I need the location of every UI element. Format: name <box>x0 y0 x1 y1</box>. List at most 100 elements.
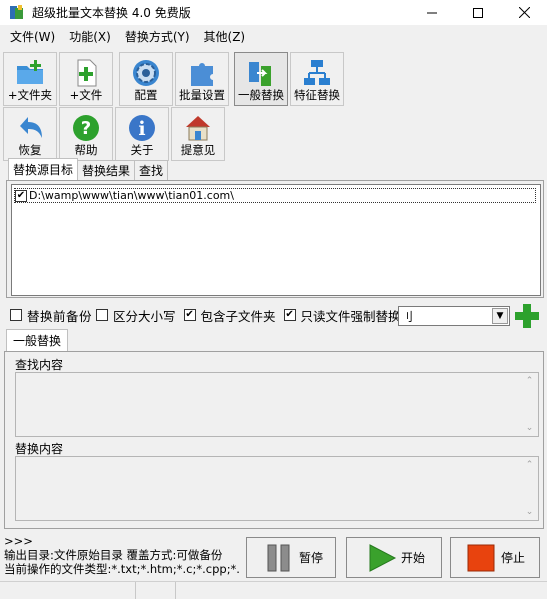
close-button[interactable] <box>501 0 547 25</box>
about-label: 关于 <box>130 143 154 157</box>
general-replace-label: 一般替换 <box>238 88 284 102</box>
restore-label: 恢复 <box>18 143 42 157</box>
menu-other[interactable]: 其他(Z) <box>197 28 253 45</box>
tab-replace-result[interactable]: 替换结果 <box>77 160 136 180</box>
combo-value: 刂 <box>401 309 414 324</box>
window-title: 超级批量文本替换 4.0 免费版 <box>32 6 191 20</box>
replace-scrollbar[interactable]: ⌃ ⌄ <box>521 457 538 520</box>
feedback-label: 提意见 <box>180 143 216 157</box>
list-item-path: D:\wamp\www\tian\www\tian01.com\ <box>29 189 234 202</box>
close-icon <box>518 7 530 18</box>
pause-icon <box>267 544 290 571</box>
maximize-icon <box>473 7 483 18</box>
network-icon <box>304 60 330 85</box>
status-bar <box>0 581 547 599</box>
minimize-icon <box>427 12 437 13</box>
readonly-label: 只读文件强制替换 <box>300 308 401 324</box>
menu-replace-mode[interactable]: 替换方式(Y) <box>118 28 197 45</box>
backup-option[interactable]: 替换前备份 <box>10 306 92 325</box>
maximize-button[interactable] <box>455 0 501 25</box>
feature-replace-label: 特征替换 <box>294 88 340 102</box>
info-icon: i <box>129 115 155 141</box>
stop-button[interactable]: 停止 <box>450 537 540 578</box>
puzzle-icon <box>191 63 213 86</box>
readonly-option[interactable]: ✔ 只读文件强制替换 <box>283 306 401 325</box>
menu-function[interactable]: 功能(X) <box>62 28 118 45</box>
help-label: 帮助 <box>74 143 98 157</box>
config-label: 配置 <box>134 88 158 102</box>
title-bar: 超级批量文本替换 4.0 免费版 <box>0 0 547 25</box>
add-folder-icon <box>17 60 43 84</box>
minimize-button[interactable] <box>409 0 455 25</box>
subfolders-label: 包含子文件夹 <box>200 308 276 324</box>
start-button[interactable]: 开始 <box>346 537 442 578</box>
add-folder-label: +文件夹 <box>7 88 53 102</box>
feedback-button[interactable]: 提意见 <box>171 107 225 161</box>
status-line: 输出目录:文件原始目录 覆盖方式:可做备份 <box>4 548 223 562</box>
menu-file[interactable]: 文件(W) <box>3 28 62 45</box>
tab-general-replace[interactable]: 一般替换 <box>6 329 69 351</box>
svg-text:i: i <box>138 118 145 140</box>
status-log: >>> 输出目录:文件原始目录 覆盖方式:可做备份 当前操作的文件类型:*.tx… <box>4 534 240 580</box>
status-line: 当前操作的文件类型:*.txt;*.htm;*.c;*.cpp;*.h;*.h <box>4 562 240 576</box>
list-item[interactable]: ✔ D:\wamp\www\tian\www\tian01.com\ <box>14 188 536 203</box>
stop-icon <box>467 544 495 571</box>
status-cell <box>136 582 176 599</box>
case-checkbox[interactable] <box>96 309 109 321</box>
subfolders-option[interactable]: ✔ 包含子文件夹 <box>183 306 276 325</box>
source-list[interactable]: ✔ D:\wamp\www\tian\www\tian01.com\ <box>11 184 541 296</box>
backup-checkbox[interactable] <box>10 309 22 321</box>
chevron-down-icon[interactable]: ▼ <box>492 308 508 324</box>
gear-icon <box>133 60 159 86</box>
source-panel: ✔ D:\wamp\www\tian\www\tian01.com\ <box>6 180 544 298</box>
play-icon <box>369 543 397 572</box>
scroll-up-icon[interactable]: ⌃ <box>526 460 534 470</box>
operation-tabs: 一般替换 <box>6 329 69 351</box>
replace-textarea[interactable]: ⌃ ⌄ <box>15 456 539 521</box>
start-label: 开始 <box>401 551 426 565</box>
tab-source-target[interactable]: 替换源目标 <box>8 158 79 180</box>
add-file-icon <box>77 59 97 87</box>
subfolders-checkbox[interactable]: ✔ <box>183 309 196 321</box>
scroll-up-icon[interactable]: ⌃ <box>526 376 534 386</box>
scroll-down-icon[interactable]: ⌄ <box>526 507 534 517</box>
find-scrollbar[interactable]: ⌃ ⌄ <box>521 373 538 436</box>
pause-button[interactable]: 暂停 <box>246 537 336 578</box>
list-item-checkbox[interactable]: ✔ <box>15 189 27 202</box>
batch-settings-label: 批量设置 <box>179 88 225 102</box>
file-type-combo[interactable]: 刂 ▼ <box>398 306 510 326</box>
options-row: 替换前备份 区分大小写 ✔ 包含子文件夹 ✔ 只读文件强制替换 <box>10 305 405 325</box>
status-line: >>> <box>4 534 33 548</box>
batch-settings-button[interactable]: 批量设置 <box>175 52 229 106</box>
source-tabs: 替换源目标 替换结果 查找 <box>8 158 169 180</box>
about-button[interactable]: i 关于 <box>115 107 169 161</box>
readonly-checkbox[interactable]: ✔ <box>283 309 296 321</box>
general-replace-icon <box>249 62 271 86</box>
add-file-label: +文件 <box>69 88 103 102</box>
scroll-down-icon[interactable]: ⌄ <box>526 423 534 433</box>
pause-label: 暂停 <box>299 551 324 565</box>
status-cell <box>0 582 136 599</box>
app-icon <box>9 4 25 21</box>
operation-panel: 查找内容 ⌃ ⌄ 替换内容 ⌃ ⌄ <box>4 351 544 529</box>
add-file-button[interactable]: +文件 <box>59 52 113 106</box>
restore-button[interactable]: 恢复 <box>3 107 57 161</box>
help-button[interactable]: ? 帮助 <box>59 107 113 161</box>
find-label: 查找内容 <box>15 358 64 372</box>
feature-replace-button[interactable]: 特征替换 <box>290 52 344 106</box>
home-icon <box>186 116 210 141</box>
add-folder-button[interactable]: +文件夹 <box>3 52 57 106</box>
menu-bar: 文件(W) 功能(X) 替换方式(Y) 其他(Z) <box>0 25 547 47</box>
add-button[interactable] <box>514 303 540 329</box>
general-replace-button[interactable]: 一般替换 <box>234 52 288 106</box>
undo-arrow-icon <box>20 117 42 138</box>
case-option[interactable]: 区分大小写 <box>96 306 176 325</box>
tab-find[interactable]: 查找 <box>134 160 169 180</box>
replace-label: 替换内容 <box>15 442 64 456</box>
find-textarea[interactable]: ⌃ ⌄ <box>15 372 539 437</box>
plus-icon <box>515 304 539 328</box>
config-button[interactable]: 配置 <box>119 52 173 106</box>
help-icon: ? <box>73 115 99 141</box>
svg-text:?: ? <box>81 118 91 139</box>
stop-label: 停止 <box>501 551 526 565</box>
